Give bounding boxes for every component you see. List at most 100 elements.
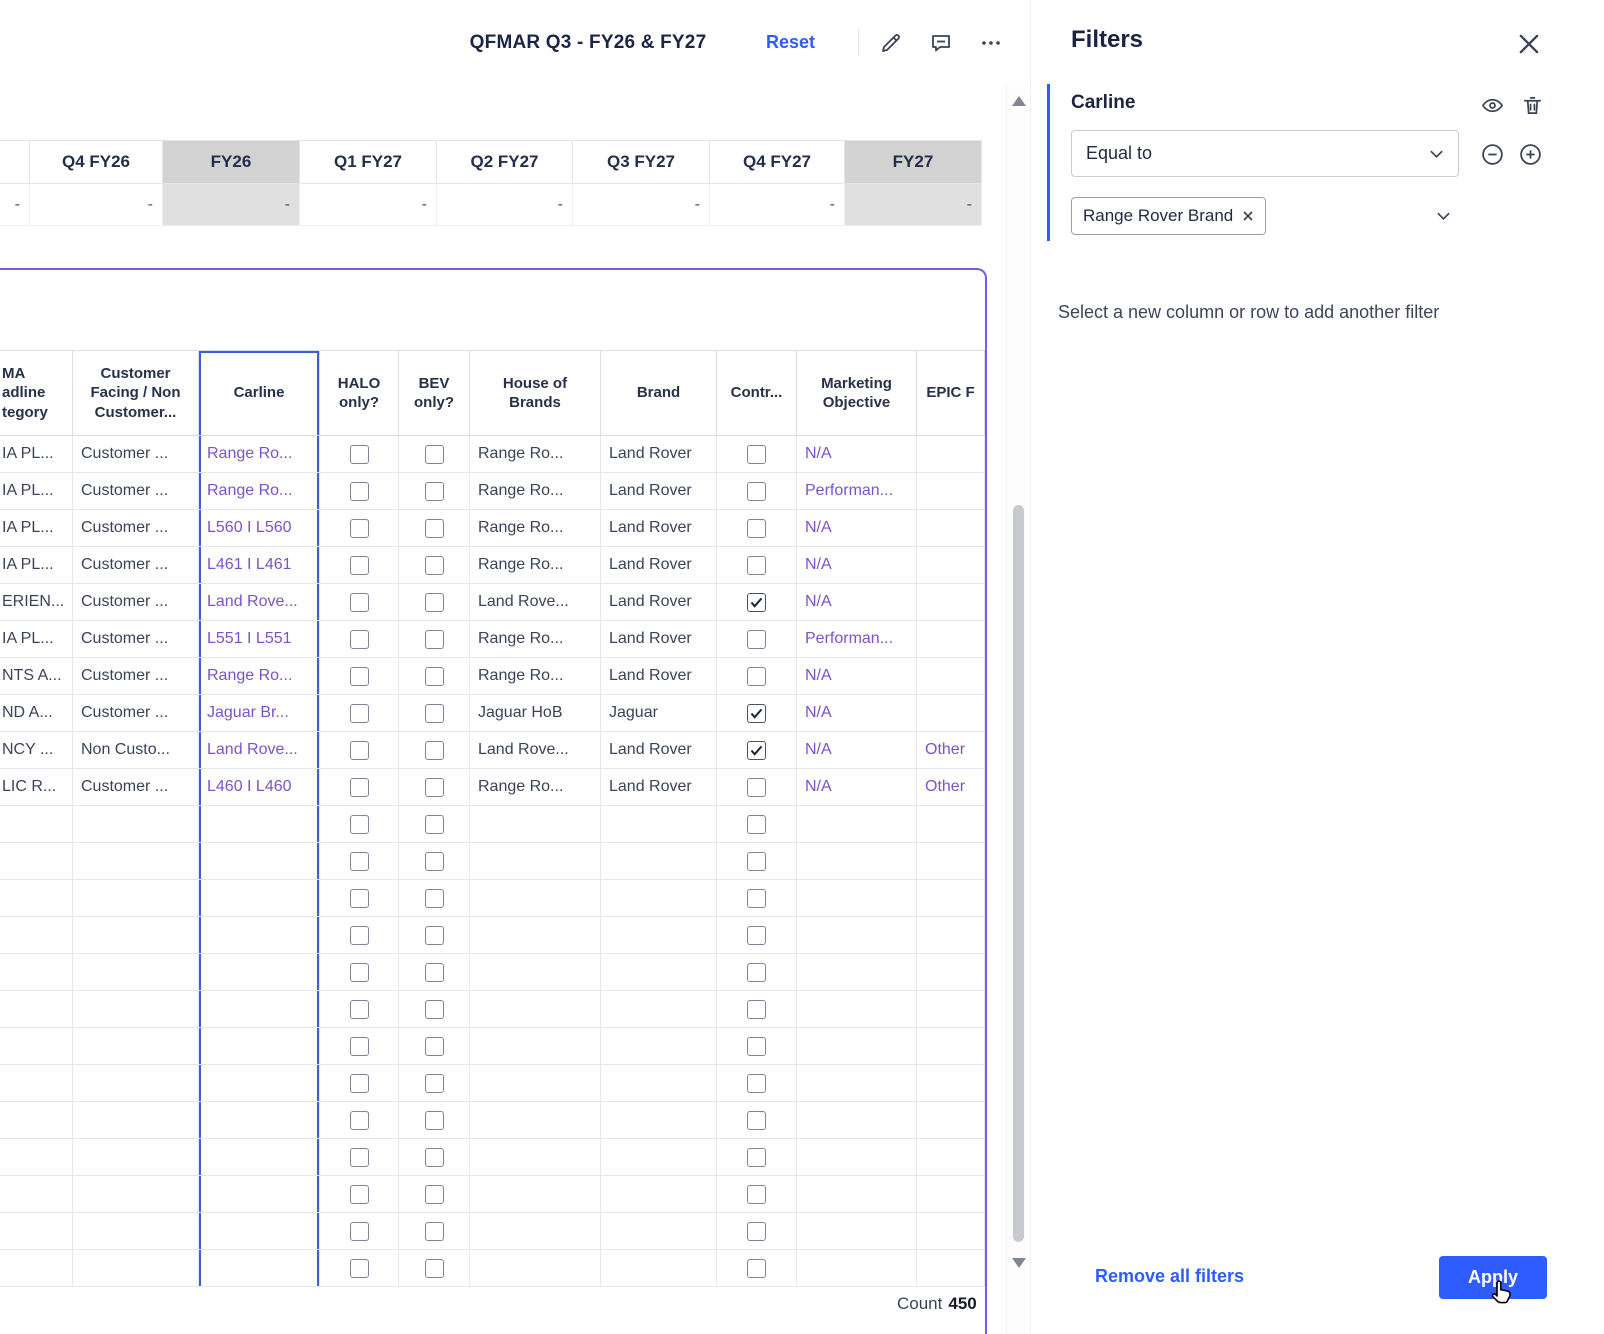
cell-hob[interactable]	[470, 1139, 601, 1176]
cell-bev[interactable]	[399, 1102, 470, 1139]
cell-brand[interactable]: Land Rover	[601, 658, 717, 695]
checkbox-bev[interactable]	[424, 629, 444, 649]
cell-brand[interactable]	[601, 1065, 717, 1102]
cell-epic[interactable]	[917, 880, 985, 917]
cell-contr[interactable]	[717, 1028, 797, 1065]
cell-contr[interactable]	[717, 473, 797, 510]
cell-halo[interactable]	[320, 473, 399, 510]
checkbox-bev[interactable]	[424, 555, 444, 575]
checkbox-contr[interactable]	[747, 629, 766, 649]
cell-epic[interactable]	[917, 954, 985, 991]
trash-icon[interactable]	[1519, 92, 1545, 118]
cell-hob[interactable]: Land Rove...	[470, 584, 601, 621]
pivot-column-header[interactable]: Q2 FY27	[437, 140, 573, 184]
checkbox-halo[interactable]	[349, 555, 369, 575]
cell-brand[interactable]: Land Rover	[601, 436, 717, 473]
pivot-column-header[interactable]	[0, 140, 30, 184]
cell-bev[interactable]	[399, 991, 470, 1028]
checkbox-contr[interactable]	[747, 1184, 766, 1204]
checkbox-halo[interactable]	[349, 481, 369, 501]
cell-objective[interactable]	[797, 1028, 917, 1065]
pivot-column-header[interactable]: Q4 FY26	[30, 140, 163, 184]
cell-category[interactable]	[0, 1213, 73, 1250]
cell-customer[interactable]: Customer ...	[73, 436, 199, 473]
checkbox-contr[interactable]	[747, 481, 766, 501]
checkbox-halo[interactable]	[349, 851, 369, 871]
cell-halo[interactable]	[320, 732, 399, 769]
checkbox-contr[interactable]	[747, 999, 766, 1019]
filter-value-chip[interactable]: Range Rover Brand	[1071, 197, 1267, 235]
cell-epic[interactable]: Other	[917, 769, 985, 806]
pivot-column-header[interactable]: Q1 FY27	[300, 140, 437, 184]
cell-objective[interactable]: Performan...	[797, 473, 917, 510]
operator-select[interactable]: Equal to	[1071, 130, 1459, 177]
cell-contr[interactable]	[717, 732, 797, 769]
cell-carline[interactable]	[199, 1028, 320, 1065]
checkbox-halo[interactable]	[349, 1221, 369, 1241]
cell-objective[interactable]	[797, 1139, 917, 1176]
cell-epic[interactable]	[917, 473, 985, 510]
cell-bev[interactable]	[399, 732, 470, 769]
cell-carline[interactable]: L560 I L560	[199, 510, 320, 547]
cell-halo[interactable]	[320, 880, 399, 917]
cell-epic[interactable]	[917, 991, 985, 1028]
cell-halo[interactable]	[320, 1213, 399, 1250]
cell-brand[interactable]	[601, 991, 717, 1028]
checkbox-halo[interactable]	[349, 1036, 369, 1056]
column-header-objective[interactable]: Marketing Objective	[797, 351, 917, 435]
cell-halo[interactable]	[320, 1250, 399, 1287]
checkbox-bev[interactable]	[424, 444, 444, 464]
cell-category[interactable]	[0, 1102, 73, 1139]
checkbox-contr[interactable]	[747, 962, 766, 982]
checkbox-contr[interactable]	[747, 666, 766, 686]
checkbox-halo[interactable]	[349, 999, 369, 1019]
remove-all-filters-button[interactable]: Remove all filters	[1095, 1266, 1244, 1287]
cell-epic[interactable]	[917, 1176, 985, 1213]
cell-halo[interactable]	[320, 695, 399, 732]
cell-halo[interactable]	[320, 658, 399, 695]
checkbox-contr[interactable]	[747, 1258, 766, 1278]
cell-brand[interactable]: Land Rover	[601, 473, 717, 510]
cell-category[interactable]: LIC R...	[0, 769, 73, 806]
cell-objective[interactable]	[797, 954, 917, 991]
cell-category[interactable]	[0, 843, 73, 880]
checkbox-bev[interactable]	[424, 1221, 444, 1241]
cell-bev[interactable]	[399, 436, 470, 473]
cell-objective[interactable]	[797, 1213, 917, 1250]
cell-hob[interactable]: Range Ro...	[470, 473, 601, 510]
column-header-bev[interactable]: BEV only?	[399, 351, 470, 435]
cell-epic[interactable]	[917, 1139, 985, 1176]
cell-contr[interactable]	[717, 584, 797, 621]
cell-hob[interactable]: Jaguar HoB	[470, 695, 601, 732]
close-icon[interactable]	[1513, 28, 1545, 60]
cell-halo[interactable]	[320, 621, 399, 658]
cell-customer[interactable]	[73, 954, 199, 991]
checkbox-halo[interactable]	[349, 814, 369, 834]
cell-customer[interactable]: Customer ...	[73, 695, 199, 732]
comment-icon[interactable]	[928, 30, 954, 56]
cell-halo[interactable]	[320, 436, 399, 473]
cell-bev[interactable]	[399, 621, 470, 658]
cell-halo[interactable]	[320, 584, 399, 621]
cell-halo[interactable]	[320, 1102, 399, 1139]
cell-halo[interactable]	[320, 991, 399, 1028]
checkbox-bev[interactable]	[424, 1073, 444, 1093]
cell-brand[interactable]	[601, 1028, 717, 1065]
pivot-column-header[interactable]: FY26	[163, 140, 300, 184]
checkbox-halo[interactable]	[349, 1073, 369, 1093]
cell-epic[interactable]	[917, 806, 985, 843]
pivot-column-header[interactable]: FY27	[845, 140, 982, 184]
plus-circle-icon[interactable]	[1517, 141, 1543, 167]
cell-category[interactable]: IA PL...	[0, 547, 73, 584]
cell-contr[interactable]	[717, 843, 797, 880]
cell-customer[interactable]	[73, 917, 199, 954]
checkbox-bev[interactable]	[424, 703, 444, 723]
cell-carline[interactable]: Range Ro...	[199, 436, 320, 473]
checkbox-bev[interactable]	[424, 777, 444, 797]
column-header-brand[interactable]: Brand	[601, 351, 717, 435]
cell-category[interactable]	[0, 806, 73, 843]
cell-customer[interactable]	[73, 991, 199, 1028]
cell-epic[interactable]	[917, 1028, 985, 1065]
cell-category[interactable]	[0, 991, 73, 1028]
checkbox-bev[interactable]	[424, 666, 444, 686]
